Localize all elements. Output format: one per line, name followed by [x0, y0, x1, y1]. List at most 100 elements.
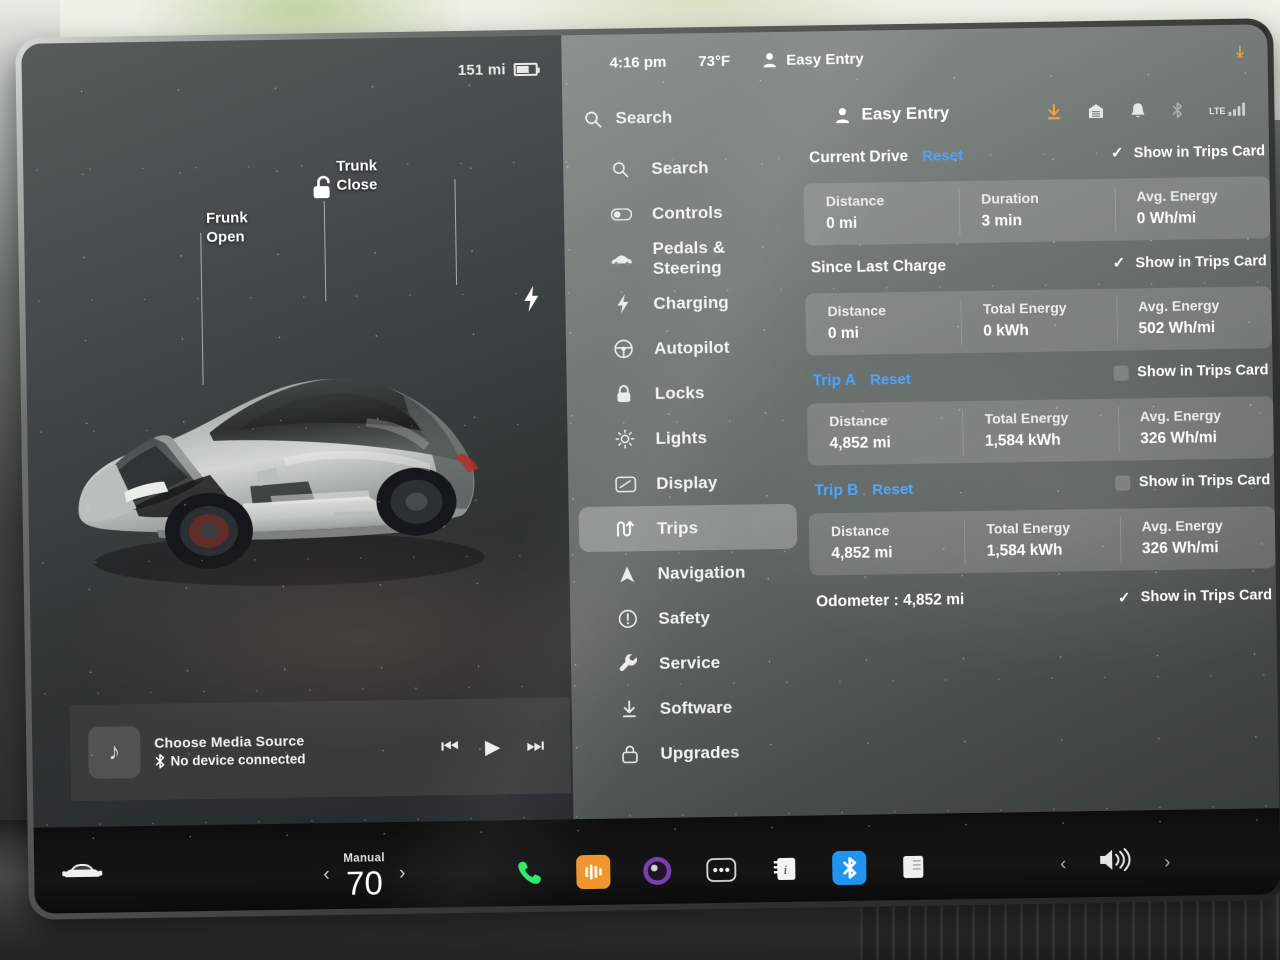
range-label: 151 mi [457, 60, 506, 79]
camera-app-icon[interactable] [640, 854, 675, 889]
profile-name-top[interactable]: Easy Entry [786, 50, 864, 68]
show-in-trips-card-toggle[interactable]: Show in Trips Card [1114, 472, 1275, 491]
reset-current-drive-button[interactable]: Reset [922, 147, 963, 165]
sidebar-item-lights[interactable]: Lights [577, 414, 796, 462]
temp-decrease-button[interactable]: ‹ [323, 864, 330, 886]
show-in-trips-card-toggle[interactable]: ✓ Show in Trips Card [1111, 253, 1271, 272]
sidebar-item-pedals-steering[interactable]: Pedals & Steering [574, 234, 793, 282]
car-visualization: Frunk Open Trunk Close [23, 155, 571, 693]
lock-icon [613, 384, 635, 403]
more-apps-icon[interactable] [704, 853, 739, 888]
stat-value: 326 Wh/mi [1140, 429, 1218, 448]
stat-label: Total Energy [982, 299, 1067, 317]
sidebar-item-controls[interactable]: Controls [574, 189, 793, 237]
garage-icon[interactable] [1087, 103, 1104, 119]
battery-icon [513, 62, 538, 76]
search-input[interactable]: Search [584, 105, 834, 129]
sidebar-label: Pedals & Steering [652, 237, 726, 278]
show-in-trips-card-label: Show in Trips Card [1133, 142, 1266, 161]
notes-app-icon[interactable] [896, 850, 931, 885]
odometer-row: Odometer : 4,852 mi ✓ Show in Trips Card [810, 586, 1276, 611]
steering-wheel-icon [612, 339, 634, 359]
wrench-icon [617, 654, 639, 673]
bluetooth-icon[interactable] [1171, 101, 1183, 118]
frunk-status-label[interactable]: Frunk Open [206, 208, 248, 247]
sidebar-item-trips[interactable]: Trips [578, 503, 798, 553]
stat-label: Avg. Energy [1141, 517, 1223, 535]
sidebar-item-autopilot[interactable]: Autopilot [576, 324, 795, 372]
stat-value: 1,584 kWh [986, 541, 1063, 560]
stat-cell: Distance 0 mi [804, 181, 960, 245]
temperature-display[interactable]: Manual 70 [343, 848, 385, 902]
sidebar-item-software[interactable]: Software [581, 684, 800, 732]
trunk-status-label[interactable]: Trunk Close [336, 156, 377, 195]
model-y-illustration [78, 378, 485, 586]
download-icon[interactable] [1046, 103, 1061, 120]
profile-button[interactable]: Easy Entry [834, 103, 949, 125]
stat-label: Distance [825, 192, 885, 210]
show-in-trips-card-toggle[interactable]: Show in Trips Card [1113, 362, 1273, 381]
stat-label: Duration [980, 189, 1039, 207]
sidebar-item-charging[interactable]: Charging [575, 279, 794, 327]
section-since-last-charge: Since Last Charge ✓ Show in Trips Card D… [805, 252, 1273, 356]
media-player-bar[interactable]: ♪ Choose Media Source No device connecte… [69, 697, 572, 802]
stat-label: Distance [827, 302, 887, 320]
media-title[interactable]: Choose Media Source [154, 731, 427, 750]
volume-increase-button[interactable]: › [1164, 851, 1170, 872]
stats-card: Distance 4,852 mi Total Energy 1,584 kWh… [806, 396, 1274, 466]
stat-value: 1,584 kWh [984, 431, 1061, 450]
taskbar: ‹ Manual 70 › i ‹ › [33, 808, 1280, 914]
unlocked-padlock-icon[interactable] [310, 173, 336, 203]
phone-app-icon[interactable] [512, 856, 547, 891]
stat-cell: Duration 3 min [959, 179, 1115, 243]
speaker-icon[interactable] [1098, 846, 1132, 879]
lte-signal-icon: LTE [1209, 102, 1247, 116]
bolt-icon [524, 285, 539, 312]
reset-trip-a-button[interactable]: Reset [870, 370, 911, 388]
sidebar-item-upgrades[interactable]: Upgrades [582, 729, 801, 777]
volume-control: ‹ › [1060, 846, 1170, 880]
photo-background: 151 mi Frunk Open Trunk Close ♪ Choose M… [0, 0, 1280, 960]
sidebar-label: Lights [655, 427, 708, 448]
stats-card: Distance 0 mi Total Energy 0 kWh Avg. En… [805, 286, 1273, 356]
tesla-touchscreen: 151 mi Frunk Open Trunk Close ♪ Choose M… [21, 24, 1280, 914]
section-title: Current Drive [809, 147, 909, 167]
person-icon [763, 53, 776, 68]
section-current-drive: Current Drive Reset ✓ Show in Trips Card… [803, 142, 1271, 246]
reset-trip-b-button[interactable]: Reset [872, 480, 913, 498]
sidebar-item-search[interactable]: Search [573, 144, 792, 192]
previous-track-button[interactable]: ⏮ [441, 736, 459, 759]
sidebar-label: Controls [651, 202, 723, 223]
show-in-trips-card-toggle[interactable]: ✓ Show in Trips Card [1117, 587, 1277, 606]
search-icon [585, 111, 602, 128]
sidebar-label: Safety [658, 607, 711, 628]
energy-app-icon[interactable]: i [768, 852, 803, 887]
stats-card: Distance 0 mi Duration 3 min Avg. Energy… [803, 176, 1271, 246]
temperature-label: 73°F [698, 52, 731, 70]
stat-label: Avg. Energy [1138, 297, 1220, 315]
play-button[interactable]: ▶ [485, 734, 501, 759]
download-icon[interactable]: ⤓ [1236, 44, 1243, 62]
sidebar-item-safety[interactable]: Safety [580, 594, 799, 642]
section-title[interactable]: Trip B [814, 481, 858, 500]
toggle-icon [610, 207, 632, 221]
car-front-icon[interactable] [60, 859, 104, 882]
sidebar-item-navigation[interactable]: Navigation [579, 549, 798, 597]
bell-icon[interactable] [1130, 102, 1145, 119]
sidebar-item-locks[interactable]: Locks [576, 369, 795, 417]
section-header: Since Last Charge ✓ Show in Trips Card [805, 252, 1271, 289]
section-header: Current Drive Reset ✓ Show in Trips Card [803, 142, 1269, 179]
section-title[interactable]: Trip A [812, 371, 856, 390]
media-app-icon[interactable] [576, 854, 611, 890]
show-in-trips-card-toggle[interactable]: ✓ Show in Trips Card [1110, 143, 1270, 162]
bluetooth-app-icon[interactable] [832, 850, 867, 886]
next-track-button[interactable]: ⏭ [526, 734, 544, 757]
sidebar-item-service[interactable]: Service [581, 639, 800, 687]
section-header: Trip A Reset Show in Trips Card [806, 362, 1272, 399]
frunk-label-line1: Frunk [205, 209, 248, 227]
sidebar-label: Service [658, 652, 721, 673]
sidebar-item-display[interactable]: Display [578, 459, 797, 507]
sidebar-label: Search [651, 157, 709, 178]
temp-increase-button[interactable]: › [399, 863, 406, 885]
volume-decrease-button[interactable]: ‹ [1060, 853, 1066, 874]
